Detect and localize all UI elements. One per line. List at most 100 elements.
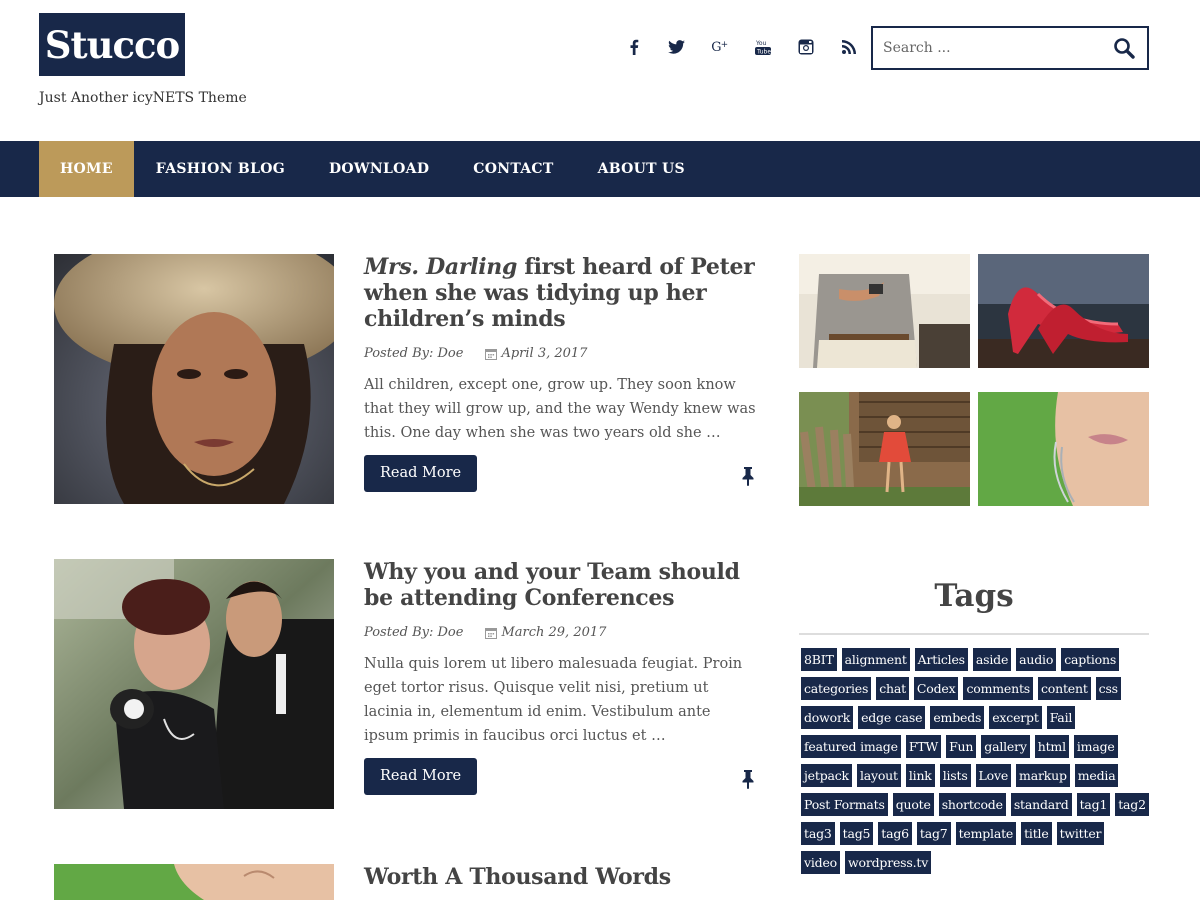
post-thumbnail[interactable] [54, 254, 334, 504]
tag-link[interactable]: quote [892, 793, 934, 816]
nav-item-home[interactable]: HOME [39, 141, 134, 197]
tags-widget-title: Tags [934, 578, 1014, 614]
tag-link[interactable]: alignment [841, 648, 910, 671]
tag-link[interactable]: layout [856, 764, 901, 787]
tag-link[interactable]: dowork [801, 706, 854, 729]
tag-link[interactable]: tag2 [1115, 793, 1149, 816]
post-card: Why you and your Team should be attendin… [54, 559, 754, 809]
tag-link[interactable]: tag5 [839, 822, 874, 845]
tag-cloud: 8BIT alignment Articles aside audio captions c… [801, 648, 1151, 880]
nav-item-about-us[interactable]: ABOUT US [576, 141, 707, 197]
tag-link[interactable]: Post Formats [801, 793, 888, 816]
tag-link[interactable]: embeds [930, 706, 985, 729]
tag-link[interactable]: tag6 [878, 822, 912, 845]
tag-link[interactable]: edge case [858, 706, 926, 729]
gallery-image[interactable] [799, 392, 970, 506]
tag-link[interactable]: excerpt [989, 706, 1042, 729]
tag-link[interactable]: video [801, 851, 840, 874]
gallery-image[interactable] [799, 254, 970, 368]
tag-link[interactable]: tag1 [1076, 793, 1111, 816]
tag-link[interactable]: media [1074, 764, 1119, 787]
svg-text:You: You [755, 40, 767, 47]
nav-item-download[interactable]: DOWNLOAD [307, 141, 451, 197]
post-meta: Posted By: Doe March 29, 2017 [364, 625, 756, 640]
tag-link[interactable]: markup [1016, 764, 1070, 787]
tag-link[interactable]: Codex [913, 677, 959, 700]
tag-link[interactable]: audio [1016, 648, 1057, 671]
site-header: Stucco Just Another icyNETS Theme G + You… [0, 0, 1200, 141]
tag-link[interactable]: title [1021, 822, 1052, 845]
tag-link[interactable]: standard [1010, 793, 1072, 816]
tag-row: video wordpress.tv [801, 851, 1151, 874]
tag-row: jetpack layout link lists Love markup media [801, 764, 1151, 787]
twitter-icon[interactable] [655, 34, 698, 60]
post-content: Worth A Thousand Words [364, 864, 756, 890]
tag-link[interactable]: html [1034, 735, 1069, 758]
tag-link[interactable]: shortcode [938, 793, 1006, 816]
tag-link[interactable]: aside [972, 648, 1012, 671]
nav-item-contact[interactable]: CONTACT [451, 141, 575, 197]
tag-link[interactable]: Fail [1046, 706, 1076, 729]
post-title-emphasis[interactable]: Mrs. Darling [364, 254, 517, 280]
youtube-icon[interactable]: You Tube [741, 34, 784, 60]
tag-link[interactable]: Fun [946, 735, 977, 758]
nav-item-fashion-blog[interactable]: FASHION BLOG [134, 141, 307, 197]
tag-link[interactable]: template [955, 822, 1017, 845]
facebook-icon[interactable] [612, 34, 655, 60]
sidebar-gallery [799, 254, 1149, 506]
tag-link[interactable]: FTW [905, 735, 942, 758]
tag-link[interactable]: chat [876, 677, 909, 700]
main-navigation: HOME FASHION BLOG DOWNLOAD CONTACT ABOUT… [0, 141, 1200, 197]
post-thumbnail[interactable] [54, 864, 334, 900]
tag-link[interactable]: comments [963, 677, 1033, 700]
tag-row: categories chat Codex comments content css [801, 677, 1151, 700]
tag-row: Post Formats quote shortcode standard tag1 ta… [801, 793, 1151, 816]
site-logo[interactable]: Stucco [39, 13, 185, 76]
search-form [871, 26, 1149, 70]
pin-icon [742, 770, 754, 789]
tag-link[interactable]: Articles [914, 648, 968, 671]
tags-divider [799, 633, 1149, 635]
tag-link[interactable]: featured image [801, 735, 901, 758]
tag-link[interactable]: image [1073, 735, 1118, 758]
tag-link[interactable]: content [1038, 677, 1091, 700]
read-more-button[interactable]: Read More [364, 758, 478, 795]
post-thumbnail[interactable] [54, 559, 334, 809]
post-title[interactable]: Why you and your Team should be attendin… [364, 559, 756, 611]
tag-link[interactable]: tag3 [801, 822, 835, 845]
tag-link[interactable]: captions [1061, 648, 1120, 671]
tag-link[interactable]: gallery [981, 735, 1030, 758]
post-content: Mrs. Darling first heard of Peter when s… [364, 254, 756, 492]
gallery-image[interactable] [978, 392, 1149, 506]
tag-row: 8BIT alignment Articles aside audio captions [801, 648, 1151, 671]
gallery-image[interactable] [978, 254, 1149, 368]
tag-link[interactable]: tag7 [916, 822, 951, 845]
post-content: Why you and your Team should be attendin… [364, 559, 756, 795]
tag-link[interactable]: jetpack [801, 764, 852, 787]
tag-link[interactable]: 8BIT [801, 648, 837, 671]
tag-link[interactable]: link [905, 764, 935, 787]
tag-link[interactable]: wordpress.tv [845, 851, 932, 874]
post-date: April 3, 2017 [485, 346, 587, 361]
post-title[interactable]: Mrs. Darling first heard of Peter when s… [364, 254, 756, 332]
tag-row: tag3 tag5 tag6 tag7 template title twitter [801, 822, 1151, 845]
search-icon[interactable] [1101, 28, 1147, 68]
tag-link[interactable]: lists [939, 764, 971, 787]
tag-link[interactable]: categories [801, 677, 872, 700]
google-plus-icon[interactable]: G + [698, 34, 741, 60]
search-input[interactable] [873, 28, 1101, 68]
rss-icon[interactable] [827, 34, 870, 60]
post-card: Worth A Thousand Words [54, 864, 754, 900]
post-author: Posted By: Doe [364, 625, 464, 640]
post-card: Mrs. Darling first heard of Peter when s… [54, 254, 756, 504]
pin-icon [742, 467, 754, 486]
tag-link[interactable]: css [1095, 677, 1121, 700]
svg-text:G: G [711, 40, 721, 55]
tag-link[interactable]: twitter [1056, 822, 1105, 845]
tag-link[interactable]: Love [975, 764, 1012, 787]
post-title[interactable]: Worth A Thousand Words [364, 864, 756, 890]
read-more-button[interactable]: Read More [364, 455, 478, 492]
post-excerpt: All children, except one, grow up. They … [364, 377, 756, 441]
post-date-text: March 29, 2017 [501, 625, 607, 640]
instagram-icon[interactable] [784, 34, 827, 60]
